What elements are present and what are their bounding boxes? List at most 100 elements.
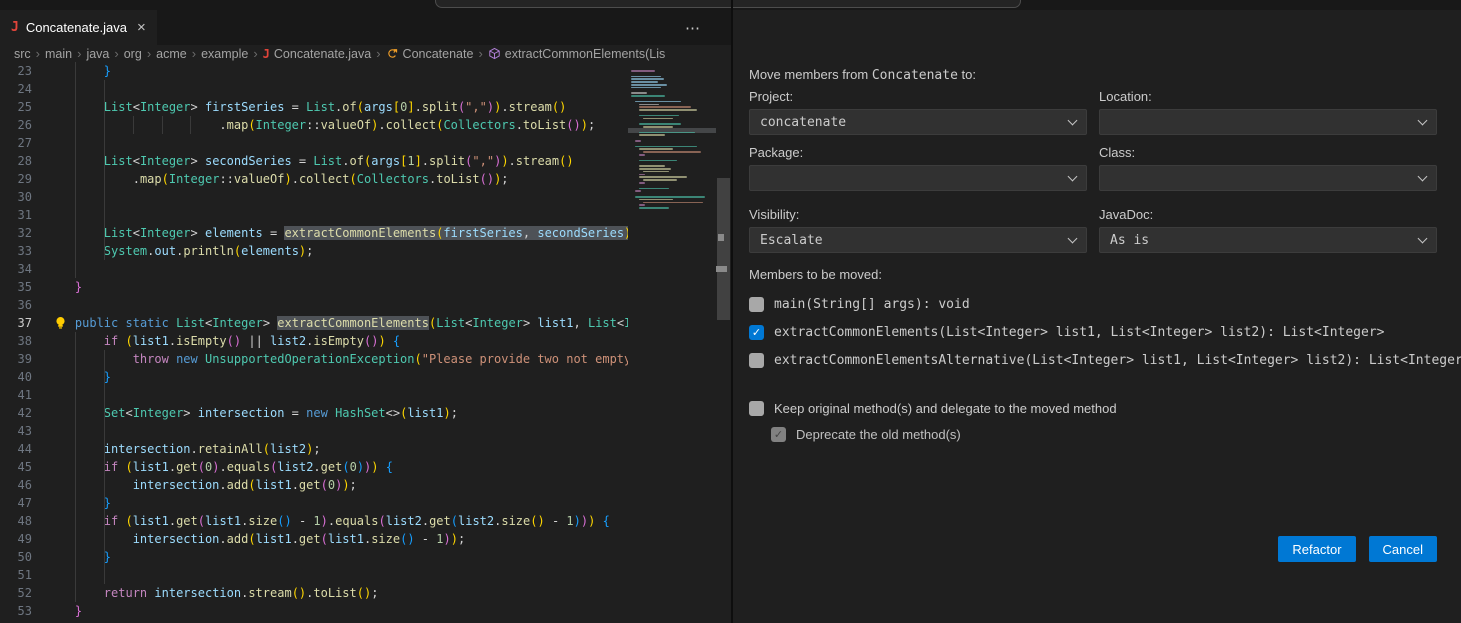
code-line[interactable]: 42 Set<Integer> intersection = new HashS… (0, 404, 628, 422)
package-dropdown[interactable] (749, 165, 1087, 191)
code-line[interactable]: 28 List<Integer> secondSeries = List.of(… (0, 152, 628, 170)
refactor-panel: ≡ Refactor: Move Members... × ⋯ Move mem… (733, 0, 1461, 623)
refactor-button[interactable]: Refactor (1278, 536, 1355, 562)
breadcrumb-separator-icon: › (77, 46, 81, 61)
member-checkbox[interactable]: ✓ (749, 353, 764, 368)
code-line[interactable]: 46 intersection.add(list1.get(0)); (0, 476, 628, 494)
code-line[interactable]: 40 } (0, 368, 628, 386)
indent-guide (104, 350, 105, 584)
breadcrumb-item[interactable]: example (201, 47, 248, 61)
code-editor[interactable]: 23 }2425 List<Integer> firstSeries = Lis… (0, 62, 628, 623)
code-line[interactable]: 47 } (0, 494, 628, 512)
members-list: ✓main(String[] args): void✓extractCommon… (749, 292, 1461, 372)
code-line[interactable]: 30 (0, 188, 628, 206)
breadcrumb-item[interactable]: Concatenate (386, 47, 474, 61)
code-line[interactable]: 24 (0, 80, 628, 98)
minimap[interactable] (628, 62, 716, 623)
code-line[interactable]: 31 (0, 206, 628, 224)
deprecate-option: ✓ Deprecate the old method(s) (771, 422, 1437, 446)
breadcrumb-separator-icon: › (114, 46, 118, 61)
code-line[interactable]: 53 } (0, 602, 628, 620)
minimap-line (639, 188, 669, 190)
java-file-icon: J (11, 20, 19, 35)
code-line[interactable]: 25 List<Integer> firstSeries = List.of(a… (0, 98, 628, 116)
line-number: 26 (0, 116, 32, 134)
scrollbar-thumb[interactable] (717, 178, 730, 320)
code-line[interactable]: 48 if (list1.get(list1.size() - 1).equal… (0, 512, 628, 530)
visibility-dropdown[interactable]: Escalate (749, 227, 1087, 253)
line-number: 42 (0, 404, 32, 422)
code-line[interactable]: 33 System.out.println(elements); (0, 242, 628, 260)
code-line[interactable]: 38 if (list1.isEmpty() || list2.isEmpty(… (0, 332, 628, 350)
indent-guide (190, 116, 191, 134)
member-checkbox[interactable]: ✓ (749, 325, 764, 340)
breadcrumb-item[interactable]: acme (156, 47, 187, 61)
code-line[interactable]: 37 public static List<Integer> extractCo… (0, 314, 628, 332)
breadcrumb-item[interactable]: java (86, 47, 109, 61)
minimap-line (639, 176, 687, 178)
minimap-line (635, 101, 681, 103)
member-checkbox[interactable]: ✓ (749, 297, 764, 312)
editor-scrollbar[interactable] (716, 62, 731, 623)
breadcrumb-item[interactable]: org (124, 47, 142, 61)
code-line[interactable]: 45 if (list1.get(0).equals(list2.get(0))… (0, 458, 628, 476)
code-line[interactable]: 32 List<Integer> elements = extractCommo… (0, 224, 628, 242)
code-line[interactable]: 51 (0, 566, 628, 584)
javadoc-dropdown[interactable]: As is (1099, 227, 1437, 253)
form-title: Move members from Concatenate to: (749, 67, 1437, 83)
chevron-down-icon (1418, 233, 1428, 243)
code-line[interactable]: 35 } (0, 278, 628, 296)
line-number: 45 (0, 458, 32, 476)
minimap-line (635, 146, 697, 148)
project-dropdown[interactable]: concatenate (749, 109, 1087, 135)
line-number: 30 (0, 188, 32, 206)
code-line[interactable]: 36 (0, 296, 628, 314)
minimap-line (639, 148, 673, 150)
minimap-line (639, 165, 665, 167)
line-number: 24 (0, 80, 32, 98)
code-line[interactable]: 26 .map(Integer::valueOf).collect(Collec… (0, 116, 628, 134)
line-number: 47 (0, 494, 32, 512)
code-text: } (46, 602, 82, 620)
line-number: 43 (0, 422, 32, 440)
javadoc-label: JavaDoc: (1099, 207, 1437, 222)
breadcrumb[interactable]: src›main›java›org›acme›example›JConcaten… (0, 45, 731, 62)
class-dropdown[interactable] (1099, 165, 1437, 191)
code-line[interactable]: 50 } (0, 548, 628, 566)
chevron-down-icon (1068, 115, 1078, 125)
code-line[interactable]: 27 (0, 134, 628, 152)
line-number: 29 (0, 170, 32, 188)
minimap-line (643, 151, 701, 153)
tab-concatenate-java[interactable]: J Concatenate.java × (0, 10, 157, 45)
minimap-line (635, 140, 641, 142)
code-line[interactable]: 34 (0, 260, 628, 278)
code-line[interactable]: 29 .map(Integer::valueOf).collect(Collec… (0, 170, 628, 188)
close-tab-icon[interactable]: × (137, 19, 146, 36)
editor-more-actions-icon[interactable]: ⋯ (685, 10, 701, 45)
line-number: 23 (0, 62, 32, 80)
code-text: intersection.add(list1.get(0)); (46, 476, 357, 494)
code-text: } (46, 368, 111, 386)
code-line[interactable]: 44 intersection.retainAll(list2); (0, 440, 628, 458)
code-line[interactable]: 52 return intersection.stream().toList()… (0, 584, 628, 602)
minimap-line (639, 182, 645, 184)
minimap-line (643, 126, 673, 128)
cancel-button[interactable]: Cancel (1369, 536, 1437, 562)
breadcrumb-item[interactable]: extractCommonElements(Lis (488, 47, 665, 61)
deprecate-checkbox[interactable]: ✓ (771, 427, 786, 442)
code-line[interactable]: 43 (0, 422, 628, 440)
command-center[interactable] (435, 0, 1021, 8)
code-line[interactable]: 39 throw new UnsupportedOperationExcepti… (0, 350, 628, 368)
minimap-line (643, 202, 703, 204)
breadcrumb-item[interactable]: main (45, 47, 72, 61)
breadcrumb-item[interactable]: src (14, 47, 31, 61)
code-line[interactable]: 49 intersection.add(list1.get(list1.size… (0, 530, 628, 548)
keep-original-checkbox[interactable]: ✓ (749, 401, 764, 416)
indent-guide (75, 62, 76, 278)
code-line[interactable]: 41 (0, 386, 628, 404)
minimap-line (635, 196, 705, 198)
location-dropdown[interactable] (1099, 109, 1437, 135)
breadcrumb-item[interactable]: JConcatenate.java (263, 47, 372, 61)
code-line[interactable]: 23 } (0, 62, 628, 80)
editor-group-divider[interactable] (731, 0, 733, 623)
